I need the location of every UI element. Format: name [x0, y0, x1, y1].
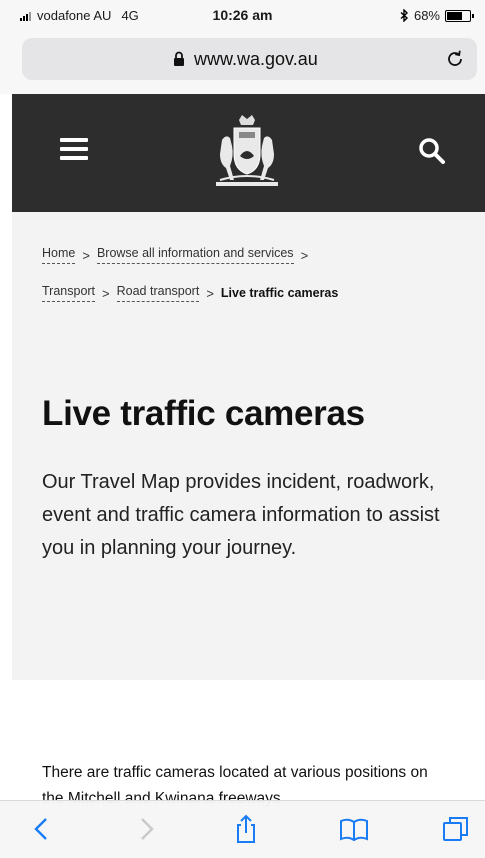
breadcrumb-separator: > — [300, 247, 309, 263]
breadcrumb-line-2: Transport > Road transport > Live traffi… — [42, 282, 462, 304]
forward-icon[interactable] — [130, 813, 162, 845]
lock-icon — [174, 51, 184, 66]
page-title: Live traffic cameras — [42, 394, 365, 433]
breadcrumb-home-link[interactable]: Home — [42, 246, 76, 264]
breadcrumb-transport-link[interactable]: Transport — [42, 284, 96, 302]
reload-icon[interactable] — [443, 47, 467, 71]
address-bar[interactable]: www.wa.gov.au — [22, 38, 477, 80]
url-text: www.wa.gov.au — [194, 49, 318, 69]
intro-text: Our Travel Map provides incident, roadwo… — [42, 471, 440, 559]
hero-panel: Home > Browse all information and servic… — [12, 212, 485, 680]
share-icon[interactable] — [230, 813, 262, 845]
breadcrumb-road-transport-link[interactable]: Road transport — [116, 284, 200, 302]
battery-icon — [445, 9, 474, 22]
hamburger-menu-icon[interactable] — [60, 138, 88, 160]
bluetooth-icon — [400, 9, 408, 22]
breadcrumb: Home > Browse all information and servic… — [42, 244, 462, 320]
tabs-icon[interactable] — [440, 813, 472, 845]
battery-percent: 68% — [413, 8, 440, 23]
bookmarks-icon[interactable] — [338, 813, 370, 845]
breadcrumb-line-1: Home > Browse all information and servic… — [42, 244, 462, 266]
browser-address-area: www.wa.gov.au — [0, 30, 485, 94]
breadcrumb-separator: > — [206, 285, 214, 301]
breadcrumb-separator: > — [82, 247, 90, 263]
browser-toolbar — [0, 800, 485, 858]
breadcrumb-current: Live traffic cameras — [220, 286, 339, 300]
wa-government-crest[interactable] — [212, 114, 282, 192]
site-header — [12, 94, 485, 212]
search-icon[interactable] — [417, 136, 447, 166]
status-right: 68% — [400, 8, 474, 23]
status-bar: vodafone AU 4G 10:26 am 68% — [0, 0, 485, 30]
breadcrumb-separator: > — [102, 285, 110, 301]
breadcrumb-browse-link[interactable]: Browse all information and services — [96, 246, 294, 264]
back-icon[interactable] — [26, 813, 58, 845]
